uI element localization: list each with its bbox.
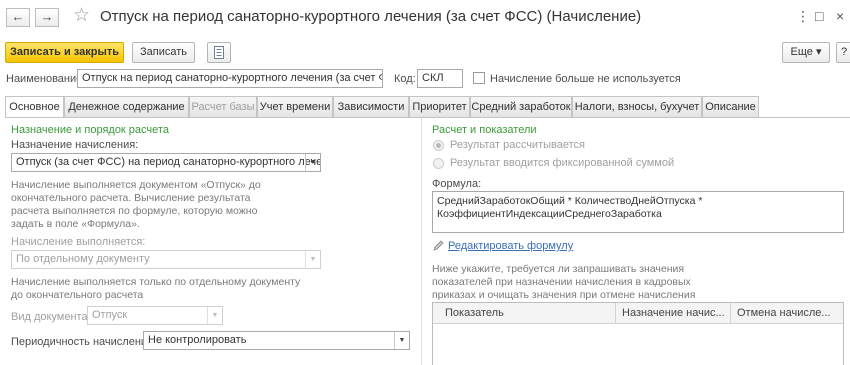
periodicity-select[interactable]: Не контролировать ▼ <box>143 331 410 350</box>
chevron-down-icon: ▼ <box>207 307 222 324</box>
close-icon[interactable]: × <box>836 8 844 24</box>
edit-formula-link[interactable]: Редактировать формулу <box>448 240 573 252</box>
tab-time-accounting[interactable]: Учет времени <box>257 96 333 117</box>
column-header-cancel[interactable]: Отмена начисле... <box>730 303 843 324</box>
column-header-assign[interactable]: Назначение начис... <box>615 303 730 324</box>
doc-type-label: Вид документа: <box>11 311 91 323</box>
name-label: Наименование: <box>6 73 86 85</box>
chevron-down-icon[interactable]: ▼ <box>394 332 409 349</box>
code-input[interactable]: СКЛ <box>417 69 463 88</box>
purpose-value: Отпуск (за счет ФСС) на период санаторно… <box>16 156 321 168</box>
back-button[interactable]: ← <box>6 8 30 27</box>
exec-label: Начисление выполняется: <box>11 236 146 248</box>
save-button[interactable]: Записать <box>132 42 195 63</box>
periodicity-label: Периодичность начисления: <box>11 336 157 348</box>
tab-taxes[interactable]: Налоги, взносы, бухучет <box>572 96 702 117</box>
back-arrow-icon: ← <box>11 9 25 24</box>
purpose-select[interactable]: Отпуск (за счет ФСС) на период санаторно… <box>11 153 321 172</box>
report-button[interactable] <box>207 42 231 63</box>
favorite-star-icon[interactable]: ☆ <box>73 4 90 27</box>
help-button[interactable]: ? <box>836 42 850 63</box>
window-title: Отпуск на период санаторно-курортного ле… <box>100 8 642 25</box>
table-header: Показатель Назначение начис... Отмена на… <box>433 303 843 324</box>
exec-select: По отдельному документу ▼ <box>11 250 321 269</box>
name-input[interactable]: Отпуск на период санаторно-курортного ле… <box>77 69 383 88</box>
column-divider <box>421 118 422 365</box>
window-menu-icon[interactable]: ⋮ <box>796 8 810 25</box>
not-used-checkbox[interactable] <box>473 72 485 84</box>
doc-type-value: Отпуск <box>92 309 128 321</box>
purpose-label: Назначение начисления: <box>11 139 139 151</box>
forward-arrow-icon: → <box>40 9 54 24</box>
column-header-indicator[interactable]: Показатель <box>433 303 615 324</box>
tab-salary[interactable]: Денежное содержание <box>64 96 189 117</box>
result-calculated-radio <box>433 140 444 151</box>
indicators-hint: Ниже укажите, требуется ли запрашивать з… <box>432 263 696 301</box>
more-menu-button[interactable]: Еще ▾ <box>782 42 830 63</box>
formula-label: Формула: <box>432 178 482 190</box>
calc-section-title: Расчет и показатели <box>432 124 537 136</box>
result-calculated-label: Результат рассчитывается <box>450 139 585 151</box>
doc-type-select: Отпуск ▼ <box>87 306 223 325</box>
result-fixed-label: Результат вводится фиксированной суммой <box>450 157 675 169</box>
maximize-icon[interactable]: □ <box>815 8 823 24</box>
indicators-table[interactable]: Показатель Назначение начис... Отмена на… <box>432 302 844 365</box>
formula-field[interactable]: СреднийЗаработокОбщий * КоличествоДнейОт… <box>432 191 844 233</box>
code-label: Код: <box>394 73 416 85</box>
save-and-close-button[interactable]: Записать и закрыть <box>5 42 124 63</box>
pencil-icon[interactable] <box>433 240 444 251</box>
forward-button[interactable]: → <box>35 8 59 27</box>
tab-priority[interactable]: Приоритет <box>409 96 470 117</box>
tab-main[interactable]: Основное <box>5 96 64 118</box>
tab-divider <box>5 117 850 118</box>
document-list-icon <box>214 46 224 59</box>
result-fixed-radio <box>433 158 444 169</box>
tab-description[interactable]: Описание <box>702 96 759 117</box>
tab-average-earnings[interactable]: Средний заработок <box>470 96 572 117</box>
chevron-down-icon[interactable]: ▼ <box>305 154 320 171</box>
tab-base-calc[interactable]: Расчет базы <box>189 96 257 117</box>
chevron-down-icon: ▼ <box>305 251 320 268</box>
exec-hint: Начисление выполняется только по отдельн… <box>11 276 301 301</box>
tab-dependencies[interactable]: Зависимости <box>333 96 409 117</box>
periodicity-value: Не контролировать <box>148 334 247 346</box>
not-used-label: Начисление больше не используется <box>490 73 681 85</box>
purpose-section-title: Назначение и порядок расчета <box>11 124 169 136</box>
purpose-hint: Начисление выполняется документом «Отпус… <box>11 179 261 230</box>
exec-value: По отдельному документу <box>16 253 150 265</box>
